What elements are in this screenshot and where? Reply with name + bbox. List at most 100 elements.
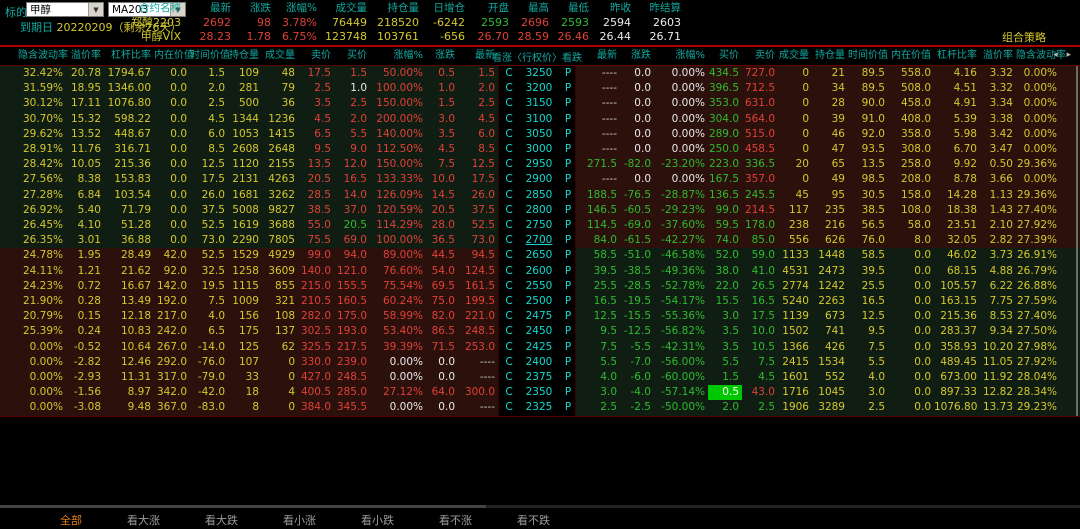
call-bid-price[interactable]: 121.0: [334, 264, 370, 279]
call-bid-price[interactable]: 155.5: [334, 279, 370, 294]
call-change[interactable]: 7.5: [426, 157, 458, 172]
put-bid-price[interactable]: 396.5: [708, 81, 742, 96]
call-leverage[interactable]: 8.97: [104, 385, 154, 400]
put-open-interest[interactable]: 1242: [812, 279, 848, 294]
call-premium-rate[interactable]: 6.84: [66, 188, 104, 203]
call-intrinsic-value[interactable]: 192.0: [154, 294, 190, 309]
call-open-interest[interactable]: 5008: [228, 203, 262, 218]
call-volume[interactable]: 4263: [262, 172, 298, 187]
call-bid-price[interactable]: 345.5: [334, 400, 370, 415]
put-change[interactable]: -28.5: [620, 279, 654, 294]
call-change-percent[interactable]: 112.50%: [370, 142, 426, 157]
put-last-price[interactable]: 271.5: [576, 157, 620, 172]
put-time-value[interactable]: 9.5: [848, 324, 888, 339]
call-leverage[interactable]: 71.79: [104, 203, 154, 218]
put-premium-rate[interactable]: 3.32: [980, 81, 1016, 96]
call-time-value[interactable]: 7.5: [190, 294, 228, 309]
call-bid-price[interactable]: 248.5: [334, 370, 370, 385]
put-intrinsic-value[interactable]: 0.0: [888, 264, 934, 279]
strike-label[interactable]: 2750: [519, 218, 559, 233]
call-bid-price[interactable]: 2.5: [334, 96, 370, 111]
call-intrinsic-value[interactable]: 242.0: [154, 324, 190, 339]
strike-label[interactable]: 3100: [519, 112, 559, 127]
put-open-interest[interactable]: 2263: [812, 294, 848, 309]
call-open-interest[interactable]: 1681: [228, 188, 262, 203]
underlying-select[interactable]: 甲醇 ▼: [26, 2, 104, 17]
put-label[interactable]: P: [559, 157, 577, 172]
put-iv[interactable]: 27.92%: [1016, 218, 1060, 233]
call-bid-price[interactable]: 2.0: [334, 112, 370, 127]
call-intrinsic-value[interactable]: 0.0: [154, 233, 190, 248]
put-last-price[interactable]: 5.5: [576, 355, 620, 370]
call-premium-rate[interactable]: 11.76: [66, 142, 104, 157]
call-volume[interactable]: 321: [262, 294, 298, 309]
call-iv[interactable]: 32.42%: [18, 66, 66, 81]
call-change-percent[interactable]: 0.00%: [370, 370, 426, 385]
put-change[interactable]: 0.0: [620, 172, 654, 187]
tab-全部[interactable]: 全部: [60, 512, 82, 528]
put-label[interactable]: P: [559, 233, 577, 248]
put-change[interactable]: -12.5: [620, 324, 654, 339]
call-volume[interactable]: 855: [262, 279, 298, 294]
put-change-percent[interactable]: -56.00%: [654, 355, 708, 370]
put-open-interest[interactable]: 21: [812, 66, 848, 81]
call-open-interest[interactable]: 1115: [228, 279, 262, 294]
call-volume[interactable]: 137: [262, 324, 298, 339]
put-leverage[interactable]: 105.57: [934, 279, 980, 294]
put-change[interactable]: 0.0: [620, 142, 654, 157]
call-last-price[interactable]: 300.0: [458, 385, 498, 400]
call-change[interactable]: 75.0: [426, 294, 458, 309]
call-last-price[interactable]: 161.5: [458, 279, 498, 294]
put-bid-price[interactable]: 223.0: [708, 157, 742, 172]
call-label[interactable]: C: [499, 370, 519, 385]
put-bid-price[interactable]: 74.0: [708, 233, 742, 248]
put-label[interactable]: P: [559, 96, 577, 111]
call-leverage[interactable]: 11.31: [104, 370, 154, 385]
put-intrinsic-value[interactable]: 0.0: [888, 248, 934, 263]
call-iv[interactable]: 0.00%: [18, 370, 66, 385]
put-change[interactable]: -4.0: [620, 385, 654, 400]
put-leverage[interactable]: 6.70: [934, 142, 980, 157]
call-premium-rate[interactable]: 20.78: [66, 66, 104, 81]
put-bid-price[interactable]: 99.0: [708, 203, 742, 218]
put-last-price[interactable]: ----: [576, 66, 620, 81]
call-time-value[interactable]: 52.5: [190, 248, 228, 263]
put-change-percent[interactable]: -60.00%: [654, 370, 708, 385]
call-change-percent[interactable]: 100.00%: [370, 81, 426, 96]
put-premium-rate[interactable]: 3.32: [980, 66, 1016, 81]
tab-看不涨[interactable]: 看不涨: [439, 512, 472, 528]
put-open-interest[interactable]: 1448: [812, 248, 848, 263]
call-iv[interactable]: 27.28%: [18, 188, 66, 203]
call-premium-rate[interactable]: 5.40: [66, 203, 104, 218]
put-ask-price[interactable]: 4.5: [742, 370, 778, 385]
call-open-interest[interactable]: 175: [228, 324, 262, 339]
call-open-interest[interactable]: 2290: [228, 233, 262, 248]
call-intrinsic-value[interactable]: 0.0: [154, 188, 190, 203]
put-iv[interactable]: 27.92%: [1016, 355, 1060, 370]
put-change[interactable]: -6.0: [620, 370, 654, 385]
put-change-percent[interactable]: -23.20%: [654, 157, 708, 172]
put-time-value[interactable]: 39.5: [848, 264, 888, 279]
put-leverage[interactable]: 163.15: [934, 294, 980, 309]
put-open-interest[interactable]: 95: [812, 188, 848, 203]
put-time-value[interactable]: 3.0: [848, 385, 888, 400]
put-premium-rate[interactable]: 8.53: [980, 309, 1016, 324]
call-open-interest[interactable]: 2131: [228, 172, 262, 187]
put-label[interactable]: P: [559, 81, 577, 96]
call-bid-price[interactable]: 285.0: [334, 385, 370, 400]
put-change-percent[interactable]: -52.78%: [654, 279, 708, 294]
call-open-interest[interactable]: 8: [228, 400, 262, 415]
put-time-value[interactable]: 2.5: [848, 400, 888, 415]
put-volume[interactable]: 1133: [778, 248, 812, 263]
call-label[interactable]: C: [499, 355, 519, 370]
call-volume[interactable]: 0: [262, 400, 298, 415]
put-volume[interactable]: 1366: [778, 340, 812, 355]
call-label[interactable]: C: [499, 142, 519, 157]
call-change[interactable]: 86.5: [426, 324, 458, 339]
put-time-value[interactable]: 58.5: [848, 248, 888, 263]
strike-label[interactable]: 2500: [519, 294, 559, 309]
put-bid-price[interactable]: 2.0: [708, 400, 742, 415]
put-bid-price[interactable]: 289.0: [708, 127, 742, 142]
put-intrinsic-value[interactable]: 0.0: [888, 340, 934, 355]
put-premium-rate[interactable]: 2.10: [980, 218, 1016, 233]
